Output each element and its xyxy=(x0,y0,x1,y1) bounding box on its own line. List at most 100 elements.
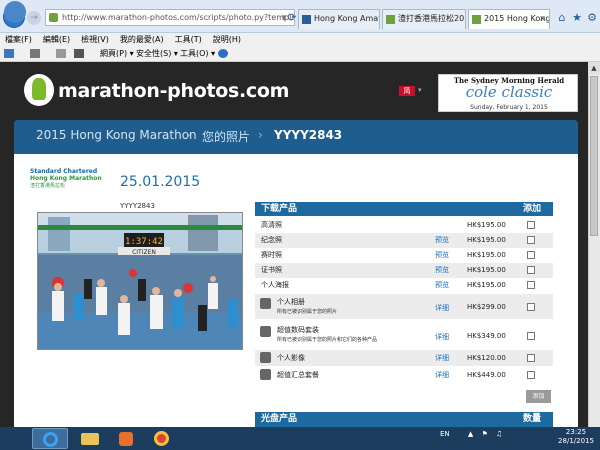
product-checkbox[interactable] xyxy=(527,281,535,289)
page-menu[interactable]: 網頁(P) ▾ xyxy=(100,47,134,61)
menu-file[interactable]: 檔案(F) xyxy=(5,33,32,47)
sponsor-date: Sunday, February 1, 2015 xyxy=(470,104,548,111)
product-checkbox[interactable] xyxy=(527,332,535,340)
home-cmd-icon[interactable] xyxy=(4,47,16,61)
add-column-header: 添加 xyxy=(523,204,542,214)
product-row-hd: 高清照 HK$195.00 xyxy=(255,218,553,233)
disc-bundle-icon xyxy=(260,326,271,337)
menu-help[interactable]: 說明(H) xyxy=(213,33,241,47)
site-logo-text[interactable]: marathon-photos.com xyxy=(58,80,289,102)
product-row-video: 个人影像 详细 HK$120.00 xyxy=(255,350,553,366)
chevron-right-icon: › xyxy=(258,128,263,142)
clock-date: 28/1/2015 xyxy=(558,437,594,445)
menu-edit[interactable]: 編輯(E) xyxy=(43,33,70,47)
preview-link[interactable]: 预览 xyxy=(435,263,449,278)
quantity-column-header: 数量 xyxy=(523,414,542,424)
tools-menu[interactable]: 工具(O) ▾ xyxy=(180,47,215,61)
disc-title: 光盘产品 xyxy=(261,414,298,424)
menu-favorites[interactable]: 我的最愛(A) xyxy=(120,33,164,47)
tab-favicon-icon xyxy=(472,15,481,24)
product-name: 高清照 xyxy=(261,221,282,229)
preview-link[interactable]: 预览 xyxy=(435,233,449,248)
address-bar[interactable]: http://www.marathon-photos.com/scripts/p… xyxy=(45,9,295,26)
product-checkbox[interactable] xyxy=(527,266,535,274)
gear-icon[interactable]: ⚙ xyxy=(586,12,598,24)
details-link[interactable]: 详细 xyxy=(435,350,449,366)
product-price: HK$349.00 xyxy=(467,332,506,340)
disc-products-header: 光盘产品 数量 xyxy=(255,412,553,427)
tab-label: Hong Kong Amat... xyxy=(314,14,379,23)
products-title: 下载产品 xyxy=(261,204,298,214)
chevron-down-icon[interactable]: ▾ xyxy=(418,86,422,94)
explorer-taskbar-icon[interactable] xyxy=(72,428,108,449)
volume-icon[interactable]: ♫ xyxy=(496,430,502,438)
breadcrumb-event[interactable]: 2015 Hong Kong Marathon xyxy=(36,128,197,142)
product-price: HK$299.00 xyxy=(467,303,506,311)
command-bar: 網頁(P) ▾ 安全性(S) ▾ 工具(O) ▾ xyxy=(0,47,600,62)
refresh-icon[interactable]: ⟳ xyxy=(286,12,298,24)
ie-taskbar-icon[interactable] xyxy=(32,428,68,449)
tab-close-icon[interactable]: × xyxy=(539,10,546,28)
product-description: 所有已被识别属于您的照片 xyxy=(277,309,338,315)
product-price: HK$449.00 xyxy=(467,371,506,379)
package-icon xyxy=(260,369,271,380)
product-row-package: 超值汇总套餐 详细 HK$449.00 xyxy=(255,367,553,383)
clock[interactable]: 23:25 28/1/2015 xyxy=(554,428,598,446)
product-row-bundle: 超值数码套装 所有已被识别属于您的照片和它们的各种产品 详细 HK$349.00 xyxy=(255,321,553,348)
tab-favicon-icon xyxy=(302,15,311,24)
scroll-thumb[interactable] xyxy=(590,76,598,236)
forward-arrow-icon[interactable]: → xyxy=(27,11,41,25)
tab-standard-chartered[interactable]: 渣打香港馬拉松20... xyxy=(382,9,466,29)
preview-link[interactable]: 预览 xyxy=(435,248,449,263)
tab-2015-hong-kong[interactable]: 2015 Hong Kong ... × xyxy=(468,9,550,29)
product-checkbox[interactable] xyxy=(527,251,535,259)
scroll-up-icon[interactable]: ▲ xyxy=(588,62,600,74)
race-photo[interactable]: 1:37:42 CITIZEN xyxy=(37,212,243,350)
language-indicator[interactable]: EN xyxy=(440,430,450,438)
chrome-taskbar-icon[interactable] xyxy=(144,428,180,449)
network-icon[interactable]: ▲ xyxy=(468,430,473,438)
safety-menu[interactable]: 安全性(S) ▾ xyxy=(136,47,178,61)
preview-link[interactable]: 预览 xyxy=(435,278,449,293)
home-icon[interactable]: ⌂ xyxy=(556,12,568,24)
product-row-album: 个人相册 所有已被识别属于您的照片 详细 HK$299.00 xyxy=(255,294,553,319)
menu-tools[interactable]: 工具(T) xyxy=(175,33,202,47)
product-name: 超值数码套装 xyxy=(277,326,319,334)
menu-view[interactable]: 檢視(V) xyxy=(81,33,109,47)
product-checkbox[interactable] xyxy=(527,303,535,311)
runner-logo-icon[interactable] xyxy=(24,74,54,106)
site-favicon-icon xyxy=(49,13,58,22)
product-description: 所有已被识别属于您的照片和它们的各种产品 xyxy=(277,337,378,343)
product-checkbox[interactable] xyxy=(527,371,535,379)
breadcrumb-photos[interactable]: 您的照片 xyxy=(202,128,250,145)
product-price: HK$195.00 xyxy=(467,251,506,259)
download-products-header: 下载产品 添加 xyxy=(255,202,553,216)
favorites-star-icon[interactable]: ★ xyxy=(571,12,583,24)
product-checkbox[interactable] xyxy=(527,221,535,229)
tab-favicon-icon xyxy=(386,15,395,24)
address-url: http://www.marathon-photos.com/scripts/p… xyxy=(62,13,295,22)
product-row-certificate: 证书照 预览 HK$195.00 xyxy=(255,263,553,278)
clock-time: 23:25 xyxy=(565,428,587,436)
details-link[interactable]: 详细 xyxy=(435,367,449,383)
details-link[interactable]: 详细 xyxy=(435,303,449,313)
product-name: 个人海报 xyxy=(261,281,289,289)
flag-icon[interactable]: ⚑ xyxy=(482,430,488,438)
help-icon[interactable] xyxy=(218,47,230,61)
tab-hong-kong-amat[interactable]: Hong Kong Amat... xyxy=(298,9,380,29)
sponsor-banner[interactable]: The Sydney Morning Herald cole classic S… xyxy=(438,74,578,112)
chevron-right-icon: › xyxy=(186,128,191,142)
start-button-icon[interactable] xyxy=(4,1,26,23)
media-player-taskbar-icon[interactable] xyxy=(108,428,144,449)
language-flag-icon[interactable]: 简 xyxy=(399,86,415,96)
add-button[interactable]: 添加 xyxy=(526,390,551,403)
product-price: HK$195.00 xyxy=(467,236,506,244)
product-checkbox[interactable] xyxy=(527,354,535,362)
feeds-icon[interactable] xyxy=(30,47,42,61)
product-checkbox[interactable] xyxy=(527,236,535,244)
photo-clock: 1:37:42 xyxy=(125,237,163,247)
print-icon[interactable] xyxy=(74,47,86,61)
mail-icon[interactable] xyxy=(56,47,68,61)
product-row-poster: 个人海报 预览 HK$195.00 xyxy=(255,278,553,293)
details-link[interactable]: 详细 xyxy=(435,332,449,342)
